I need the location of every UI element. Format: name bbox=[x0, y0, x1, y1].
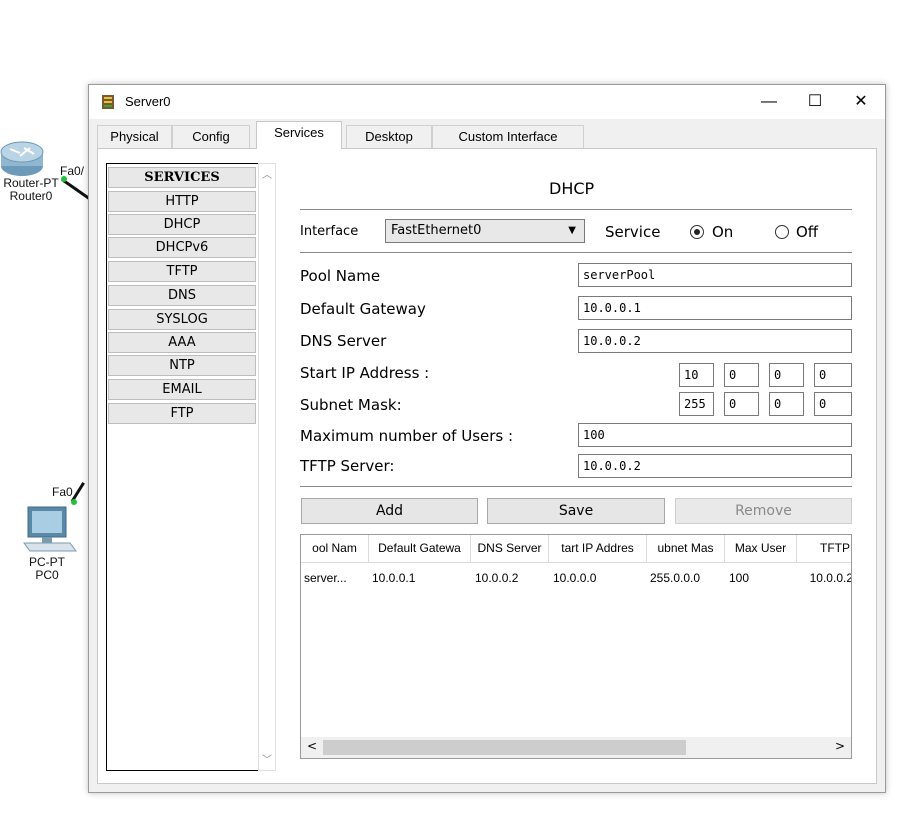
services-header: SERVICES bbox=[108, 167, 256, 188]
tab-custom-interface[interactable]: Custom Interface bbox=[432, 125, 584, 148]
tftp-server-label: TFTP Server: bbox=[300, 457, 395, 475]
table-header[interactable]: ubnet Mas bbox=[647, 535, 725, 563]
gateway-label: Default Gateway bbox=[300, 300, 426, 318]
start-ip-octet-1[interactable]: 10 bbox=[679, 363, 714, 387]
router-icon[interactable] bbox=[0, 136, 44, 178]
table-horizontal-scrollbar[interactable]: < > bbox=[301, 737, 851, 758]
service-item-aaa[interactable]: AAA bbox=[108, 332, 256, 353]
pool-name-input[interactable]: serverPool bbox=[578, 263, 852, 287]
divider bbox=[300, 209, 852, 210]
service-item-syslog[interactable]: SYSLOG bbox=[108, 309, 256, 330]
service-on-label: On bbox=[712, 223, 734, 241]
divider bbox=[300, 252, 852, 253]
pc-name: PC0 bbox=[35, 568, 59, 582]
divider bbox=[300, 486, 852, 487]
interface-value: FastEthernet0 bbox=[391, 223, 482, 238]
start-ip-octet-3[interactable]: 0 bbox=[769, 363, 804, 387]
dropdown-arrow-icon: ▼ bbox=[568, 225, 576, 236]
tab-services[interactable]: Services bbox=[256, 121, 342, 149]
table-cell: 255.0.0.0 bbox=[650, 571, 701, 585]
title-bar[interactable]: Server0 — ☐ ✕ bbox=[89, 85, 885, 119]
tab-physical[interactable]: Physical bbox=[97, 125, 172, 148]
table-header[interactable]: TFTP bbox=[797, 535, 851, 563]
radio-selected-icon bbox=[694, 229, 700, 235]
gateway-input[interactable]: 10.0.0.1 bbox=[578, 296, 852, 320]
subnet-mask-label: Subnet Mask: bbox=[300, 396, 402, 414]
start-ip-label: Start IP Address : bbox=[300, 364, 430, 382]
tab-config[interactable]: Config bbox=[172, 125, 250, 148]
scroll-down-icon[interactable]: ﹀ bbox=[259, 751, 275, 766]
link-status-icon bbox=[71, 499, 77, 505]
table-cell: 10.0.0.1 bbox=[372, 571, 416, 585]
service-off-radio[interactable] bbox=[775, 225, 789, 239]
subnet-octet-4[interactable]: 0 bbox=[814, 392, 852, 416]
table-cell: server... bbox=[304, 571, 347, 585]
subnet-octet-3[interactable]: 0 bbox=[769, 392, 804, 416]
subnet-octet-2[interactable]: 0 bbox=[724, 392, 759, 416]
service-item-tftp[interactable]: TFTP bbox=[108, 261, 256, 282]
start-ip-octet-2[interactable]: 0 bbox=[724, 363, 759, 387]
service-item-email[interactable]: EMAIL bbox=[108, 379, 256, 400]
table-header[interactable]: ool Nam bbox=[301, 535, 369, 563]
services-scrollbar[interactable]: ︿ ﹀ bbox=[258, 163, 276, 771]
service-off-label: Off bbox=[796, 223, 819, 241]
router-name: Router0 bbox=[9, 189, 53, 203]
add-button[interactable]: Add bbox=[301, 498, 478, 524]
table-header[interactable]: Default Gatewa bbox=[369, 535, 471, 563]
table-cell: 10.0.0.0 bbox=[553, 571, 597, 585]
maximize-button[interactable]: ☐ bbox=[792, 85, 838, 119]
subnet-octet-1[interactable]: 255 bbox=[679, 392, 714, 416]
scroll-left-icon[interactable]: < bbox=[307, 739, 317, 753]
table-header[interactable]: Max User bbox=[725, 535, 797, 563]
interface-label: Interface bbox=[300, 224, 359, 239]
max-users-label: Maximum number of Users : bbox=[300, 427, 514, 445]
table-cell: 10.0.0.2 bbox=[809, 571, 852, 585]
server-app-icon bbox=[102, 95, 114, 109]
link-status-icon bbox=[61, 176, 67, 182]
service-item-dhcpv6[interactable]: DHCPv6 bbox=[108, 237, 256, 258]
dns-server-label: DNS Server bbox=[300, 332, 387, 350]
service-item-ntp[interactable]: NTP bbox=[108, 355, 256, 376]
save-button[interactable]: Save bbox=[487, 498, 665, 524]
service-item-http[interactable]: HTTP bbox=[108, 191, 256, 212]
table-header[interactable]: DNS Server bbox=[471, 535, 549, 563]
service-item-dns[interactable]: DNS bbox=[108, 285, 256, 306]
service-on-radio[interactable] bbox=[690, 225, 704, 239]
scroll-right-icon[interactable]: > bbox=[835, 739, 845, 753]
service-item-dhcp[interactable]: DHCP bbox=[108, 214, 256, 235]
minimize-button[interactable]: — bbox=[746, 85, 792, 119]
remove-button[interactable]: Remove bbox=[675, 498, 852, 524]
scroll-thumb[interactable] bbox=[323, 740, 686, 755]
service-item-ftp[interactable]: FTP bbox=[108, 403, 256, 424]
table-header[interactable]: tart IP Addres bbox=[549, 535, 647, 563]
interface-select[interactable]: FastEthernet0 ▼ bbox=[385, 219, 585, 243]
tftp-server-input[interactable]: 10.0.0.2 bbox=[578, 454, 852, 478]
table-cell: 100 bbox=[729, 571, 750, 585]
server-window: Server0 — ☐ ✕ Physical Config Services D… bbox=[88, 84, 886, 793]
window-title: Server0 bbox=[125, 94, 171, 109]
pool-table: ool Nam Default Gatewa DNS Server tart I… bbox=[300, 534, 852, 759]
close-button[interactable]: ✕ bbox=[838, 85, 884, 119]
start-ip-octet-4[interactable]: 0 bbox=[814, 363, 852, 387]
table-cell: 10.0.0.2 bbox=[475, 571, 519, 585]
max-users-input[interactable]: 100 bbox=[578, 423, 852, 447]
tab-desktop[interactable]: Desktop bbox=[346, 125, 432, 148]
service-label: Service bbox=[605, 223, 661, 241]
pc-port-label: Fa0 bbox=[52, 485, 73, 499]
dhcp-title: DHCP bbox=[549, 179, 595, 198]
scroll-up-icon[interactable]: ︿ bbox=[259, 166, 275, 181]
pool-name-label: Pool Name bbox=[300, 267, 381, 285]
dns-server-input[interactable]: 10.0.0.2 bbox=[578, 329, 852, 353]
pc-icon[interactable] bbox=[22, 505, 78, 555]
